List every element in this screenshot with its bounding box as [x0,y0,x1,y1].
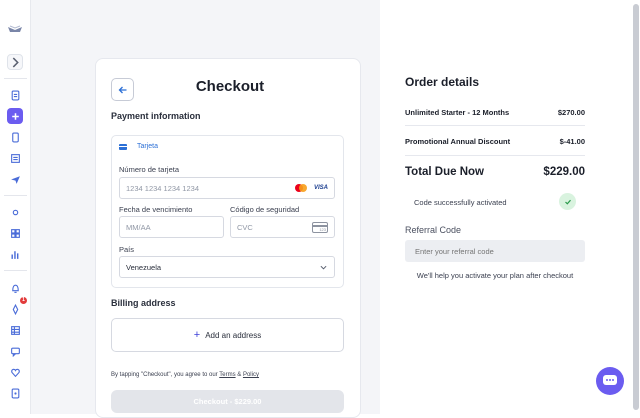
country-value: Venezuela [126,262,162,272]
credit-card-icon [119,143,127,150]
logo-icon [8,25,22,32]
country-select[interactable]: Venezuela [119,256,335,278]
page-title: Checkout [195,78,265,95]
card-number-placeholder: 1234 1234 1234 1234 [126,183,199,193]
arrow-left-icon [118,86,126,93]
rocket-icon [12,303,18,315]
referral-label: Referral Code [405,225,462,235]
stats-nav-button[interactable] [7,246,23,262]
total-value: $229.00 [543,166,585,178]
add-address-label: Add an address [205,330,262,340]
add-nav-button[interactable] [7,108,23,124]
chat-nav-button[interactable] [7,343,23,359]
chevron-down-icon [320,265,327,270]
cvc-label: Código de seguridad [230,205,300,214]
order-details-title: Order details [405,75,480,89]
divider [4,78,27,79]
list-nav-button[interactable] [7,150,23,166]
order-item-row: Unlimited Starter - 12 Months $270.00 [405,108,585,117]
plane-nav-button[interactable] [7,171,23,187]
agree-prefix: By tapping "Checkout", you agree to our [111,372,218,378]
back-button[interactable] [111,78,134,101]
divider [4,270,27,271]
plus-icon: + [193,328,201,341]
tab-card[interactable]: Tarjeta [119,143,158,150]
code-status: Code successfully activated [414,198,507,207]
chat-launcher-button[interactable] [596,367,624,395]
dot-icon [12,209,18,215]
table-nav-button[interactable] [7,322,23,338]
expiry-label: Fecha de vencimiento [119,205,193,214]
visa-icon: VISA [313,185,328,191]
terms-link[interactable]: Terms [219,372,235,378]
policy-link[interactable]: Policy [243,372,259,378]
list-icon [10,153,20,163]
order-item-price: $270.00 [557,108,585,117]
divider [405,155,585,156]
chat-bubble-icon [603,375,617,385]
order-item-name: Unlimited Starter - 12 Months [405,108,510,117]
document-nav-button[interactable] [7,87,23,103]
cvc-placeholder: CVC [237,222,253,232]
country-label: País [119,245,135,254]
notifications-nav-button[interactable] [7,280,23,296]
expiry-placeholder: MM/AA [126,222,151,232]
plane-icon [10,175,20,184]
heart-icon [10,368,20,377]
circle-nav-button[interactable] [7,204,23,220]
total-row: Total Due Now $229.00 [405,166,585,178]
and-text: & [237,372,242,378]
order-item-price: $-41.00 [559,137,585,146]
bar-chart-icon [10,250,18,259]
document-icon [11,90,19,100]
chevron-right-icon [12,57,19,67]
file-help-icon [11,388,19,398]
tab-card-label: Tarjeta [137,143,159,150]
help-nav-button[interactable] [7,385,23,401]
message-icon [10,347,20,357]
cvc-card-icon: 123 [312,222,328,233]
grid-icon [10,228,20,238]
terms-notice: By tapping "Checkout", you agree to our … [111,372,259,378]
phone-icon [11,132,19,142]
cvc-input[interactable]: CVC 123 [230,216,335,238]
favorites-nav-button[interactable] [7,364,23,380]
checkout-button[interactable]: Checkout - $229.00 [111,390,344,413]
billing-heading: Billing address [111,298,176,308]
card-number-label: Número de tarjeta [119,165,180,174]
divider [4,195,27,196]
total-label: Total Due Now [405,166,485,178]
table-icon [10,325,20,335]
grid-nav-button[interactable] [7,225,23,241]
scrollbar[interactable] [633,4,639,410]
checkmark-icon [559,193,576,210]
add-address-button[interactable]: + Add an address [111,318,344,352]
mobile-nav-button[interactable] [7,129,23,145]
notification-badge: 1 [20,297,27,304]
divider [405,125,585,126]
cvc-icon-text: 123 [319,227,326,232]
help-text: We'll help you activate your plan after … [416,271,574,280]
expand-sidebar-button[interactable] [7,54,23,70]
bell-icon [11,284,19,293]
order-item-name: Promotional Annual Discount [405,137,511,146]
card-number-input[interactable]: 1234 1234 1234 1234 VISA [119,177,335,199]
order-item-row: Promotional Annual Discount $-41.00 [405,137,585,146]
sidebar: 1 [0,0,31,414]
mastercard-icon [295,184,307,192]
referral-input[interactable] [405,240,585,262]
plus-icon [11,112,19,120]
payment-heading: Payment information [111,111,201,121]
expiry-input[interactable]: MM/AA [119,216,224,238]
